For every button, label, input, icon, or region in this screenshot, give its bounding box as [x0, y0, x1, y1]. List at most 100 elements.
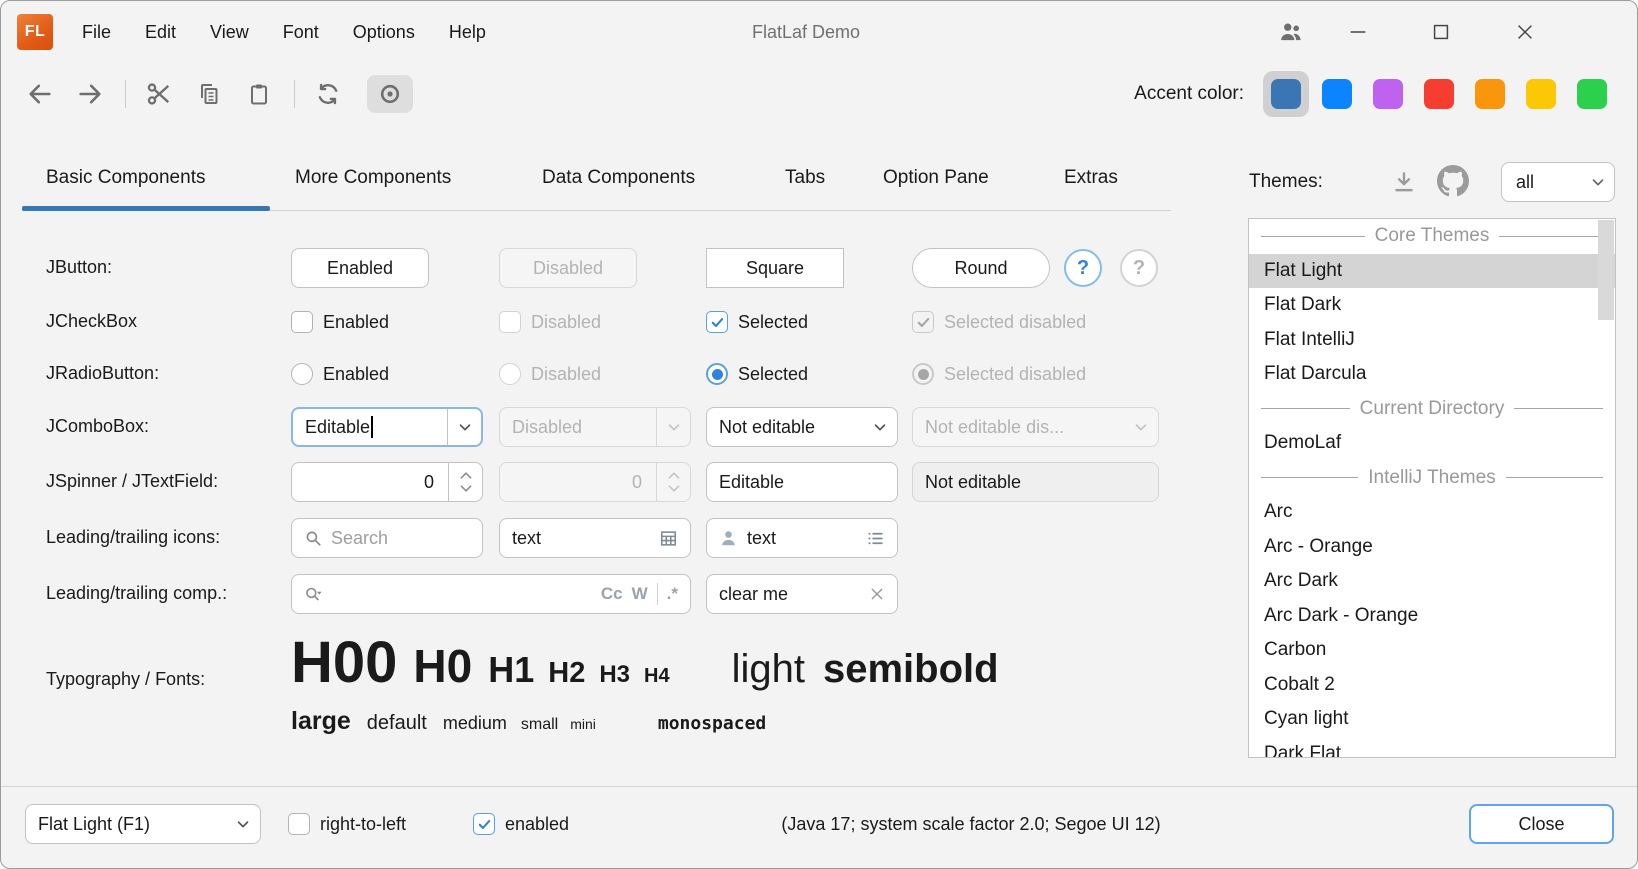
status-info: (Java 17; system scale factor 2.0; Segoe…	[641, 804, 1301, 844]
menu-view[interactable]: View	[210, 22, 249, 43]
themes-scrollbar[interactable]	[1598, 220, 1614, 320]
tab-tabs[interactable]: Tabs	[785, 167, 825, 189]
tab-basic-components[interactable]: Basic Components	[46, 167, 205, 189]
radio-enabled[interactable]: Enabled	[291, 363, 389, 385]
combobox-editable[interactable]: Editable	[291, 407, 483, 447]
checkbox-enabled[interactable]: Enabled	[291, 311, 389, 333]
text-field-trailing-table[interactable]	[499, 518, 691, 558]
theme-item-arc-dark[interactable]: Arc Dark	[1249, 564, 1615, 599]
checkbox-icon	[499, 311, 521, 333]
themes-filter-select[interactable]: all	[1501, 162, 1615, 202]
theme-group-separator: Core Themes	[1249, 219, 1615, 254]
whole-word-button[interactable]: W	[632, 584, 648, 604]
accent-swatch-blue[interactable]	[1314, 71, 1360, 117]
jspinner-row-label: JSpinner / JTextField:	[46, 471, 218, 492]
enabled-checkbox[interactable]: enabled	[473, 813, 569, 835]
themes-label: Themes:	[1249, 171, 1323, 193]
checkbox-disabled: Disabled	[499, 311, 601, 333]
text-input[interactable]	[747, 528, 857, 549]
theme-item-flat-intellij[interactable]: Flat IntelliJ	[1249, 323, 1615, 358]
regex-button[interactable]: .*	[667, 584, 678, 604]
theme-item-arc-dark-orange[interactable]: Arc Dark - Orange	[1249, 599, 1615, 634]
refresh-icon[interactable]	[313, 79, 343, 109]
text-input[interactable]	[512, 528, 650, 549]
user-icon	[719, 529, 738, 548]
back-icon[interactable]	[25, 79, 55, 109]
copy-icon[interactable]	[194, 79, 224, 109]
theme-item-demolaf[interactable]: DemoLaf	[1249, 426, 1615, 461]
minimize-icon[interactable]	[1334, 1, 1382, 63]
textfield-editable[interactable]	[706, 462, 898, 502]
text-field-user-list[interactable]	[706, 518, 898, 558]
tab-data-components[interactable]: Data Components	[542, 167, 695, 189]
show-hidden-toggle[interactable]	[367, 75, 413, 113]
search-icon	[304, 529, 322, 547]
search-input[interactable]	[331, 528, 470, 549]
tab-more-components[interactable]: More Components	[295, 167, 451, 189]
menu-help[interactable]: Help	[449, 22, 486, 43]
accent-swatch-yellow[interactable]	[1518, 71, 1564, 117]
download-icon[interactable]	[1391, 169, 1417, 195]
help-button[interactable]: ?	[1064, 249, 1102, 287]
field-separator	[657, 583, 658, 605]
square-button[interactable]: Square	[706, 248, 844, 288]
menu-edit[interactable]: Edit	[145, 22, 176, 43]
search-with-dropdown-icon[interactable]	[304, 585, 326, 603]
theme-item-arc[interactable]: Arc	[1249, 495, 1615, 530]
close-button[interactable]: Close	[1469, 804, 1614, 844]
theme-item-dark-flat[interactable]: Dark Flat	[1249, 737, 1615, 759]
h1-sample: H1	[488, 649, 534, 691]
accent-swatch-default[interactable]	[1263, 71, 1309, 117]
github-icon[interactable]	[1437, 165, 1469, 197]
help-button-disabled: ?	[1120, 249, 1158, 287]
spinner[interactable]: 0	[291, 462, 483, 502]
theme-item-flat-darcula[interactable]: Flat Darcula	[1249, 357, 1615, 392]
accent-swatch-green[interactable]	[1569, 71, 1615, 117]
close-icon[interactable]	[1501, 1, 1549, 63]
chevron-down-icon	[1582, 173, 1614, 191]
theme-item-flat-dark[interactable]: Flat Dark	[1249, 288, 1615, 323]
clearable-input[interactable]	[719, 584, 860, 605]
accent-swatch-orange[interactable]	[1467, 71, 1513, 117]
combobox-not-editable[interactable]: Not editable	[706, 407, 898, 447]
laf-combobox[interactable]: Flat Light (F1)	[25, 804, 261, 844]
forward-icon[interactable]	[75, 79, 105, 109]
flatlaf-demo-window: FL File Edit View Font Options Help Flat…	[0, 0, 1638, 869]
menu-options[interactable]: Options	[353, 22, 415, 43]
round-button[interactable]: Round	[912, 248, 1050, 288]
accent-swatch-purple[interactable]	[1365, 71, 1411, 117]
theme-item-flat-light[interactable]: Flat Light	[1249, 254, 1615, 289]
large-sample: large	[291, 707, 351, 736]
checkbox-selected[interactable]: Selected	[706, 311, 808, 333]
radio-selected[interactable]: Selected	[706, 363, 808, 385]
spinner-up-down-icons[interactable]	[448, 463, 482, 501]
themes-list[interactable]: Core Themes Flat Light Flat Dark Flat In…	[1248, 218, 1616, 758]
cut-icon[interactable]	[144, 79, 174, 109]
theme-group-separator: IntelliJ Themes	[1249, 461, 1615, 496]
menu-font[interactable]: Font	[283, 22, 319, 43]
enabled-button[interactable]: Enabled	[291, 248, 429, 288]
h00-sample: H00	[291, 629, 397, 696]
users-icon[interactable]	[1267, 1, 1315, 63]
textfield-editable-input[interactable]	[719, 472, 885, 493]
paste-icon[interactable]	[244, 79, 274, 109]
theme-item-arc-orange[interactable]: Arc - Orange	[1249, 530, 1615, 565]
theme-item-carbon[interactable]: Carbon	[1249, 633, 1615, 668]
search-field-with-options[interactable]: Cc W .*	[291, 574, 691, 614]
filter-search-input[interactable]	[335, 584, 592, 605]
clearable-field[interactable]	[706, 574, 898, 614]
comp-row-label: Leading/trailing comp.:	[46, 583, 227, 604]
clear-icon[interactable]	[869, 586, 885, 602]
search-field[interactable]	[291, 518, 483, 558]
maximize-icon[interactable]	[1417, 1, 1465, 63]
chevron-down-icon[interactable]	[447, 409, 481, 445]
mini-sample: mini	[570, 716, 596, 732]
theme-item-cobalt-2[interactable]: Cobalt 2	[1249, 668, 1615, 703]
theme-item-cyan-light[interactable]: Cyan light	[1249, 702, 1615, 737]
accent-swatch-red[interactable]	[1416, 71, 1462, 117]
tab-option-pane[interactable]: Option Pane	[883, 167, 989, 189]
tab-extras[interactable]: Extras	[1064, 167, 1118, 189]
menu-file[interactable]: File	[82, 22, 111, 43]
right-to-left-checkbox[interactable]: right-to-left	[288, 813, 406, 835]
match-case-button[interactable]: Cc	[601, 584, 623, 604]
